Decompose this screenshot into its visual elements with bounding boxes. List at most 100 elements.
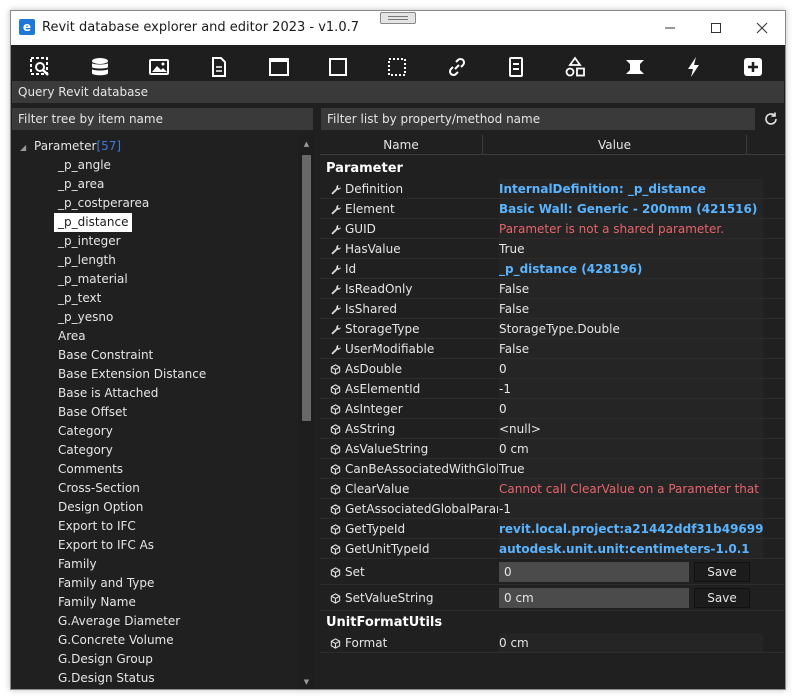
close-button[interactable] bbox=[739, 11, 785, 45]
database-icon bbox=[92, 58, 108, 76]
tree-item[interactable]: G.Concrete Volume bbox=[54, 631, 210, 650]
snoop-selection-button[interactable] bbox=[22, 50, 58, 84]
tree-item[interactable]: Family Name bbox=[54, 593, 210, 612]
scroll-down-icon[interactable]: ▼ bbox=[302, 677, 311, 687]
property-name-text: Element bbox=[345, 202, 395, 216]
snoop-document-button[interactable] bbox=[201, 50, 237, 84]
tree-item[interactable]: Design Option bbox=[54, 498, 210, 517]
tree-item[interactable]: G.Average Diameter bbox=[54, 612, 210, 631]
tree-item[interactable]: _p_yesno bbox=[54, 308, 210, 327]
property-value: 0 cm bbox=[499, 633, 763, 652]
tree-item[interactable]: Base Offset bbox=[54, 403, 210, 422]
snoop-links-button[interactable] bbox=[439, 50, 475, 84]
property-name-text: Definition bbox=[345, 182, 404, 196]
snoop-selection-set-button[interactable] bbox=[379, 50, 415, 84]
minimize-button[interactable] bbox=[647, 11, 693, 45]
tree-item[interactable]: Base Constraint bbox=[54, 346, 210, 365]
set-value-input[interactable] bbox=[499, 588, 689, 608]
property-value[interactable]: revit.local.project:a21442ddf31b496990db… bbox=[499, 519, 763, 538]
snoop-element-button[interactable] bbox=[320, 50, 356, 84]
tree-item[interactable]: _p_distance bbox=[54, 213, 133, 232]
tree-item[interactable]: Export to IFC bbox=[54, 517, 210, 536]
snoop-database-button[interactable] bbox=[82, 50, 118, 84]
save-button[interactable]: Save bbox=[694, 562, 750, 582]
snoop-view-button[interactable] bbox=[141, 50, 177, 84]
property-row[interactable]: GetAssociatedGlobalParameter-1 bbox=[320, 499, 784, 519]
property-row[interactable]: CanBeAssociatedWithGlobalParametersTrue bbox=[320, 459, 784, 479]
property-row[interactable]: StorageType StorageType.Double bbox=[320, 319, 784, 339]
maximize-button[interactable] bbox=[693, 11, 739, 45]
snoop-server-button[interactable] bbox=[498, 50, 534, 84]
dashed-square-icon bbox=[388, 58, 406, 76]
tree-scrollbar-thumb[interactable] bbox=[302, 155, 311, 421]
property-row[interactable]: AsString <null> bbox=[320, 419, 784, 439]
scroll-up-icon[interactable]: ▲ bbox=[302, 139, 311, 149]
tree-collapse-icon[interactable]: ◢ bbox=[20, 139, 34, 157]
property-row[interactable]: ClearValue Cannot call ClearValue on a Pa… bbox=[320, 479, 784, 499]
tree-item[interactable]: _p_material bbox=[54, 270, 210, 289]
tree-item[interactable]: _p_text bbox=[54, 289, 210, 308]
property-row[interactable]: AsValueString 0 cm bbox=[320, 439, 784, 459]
wrench-icon bbox=[331, 284, 341, 295]
tree-item[interactable]: Base is Attached bbox=[54, 384, 210, 403]
tree-item[interactable]: Cross-Section bbox=[54, 479, 210, 498]
snoop-application-button[interactable] bbox=[261, 50, 297, 84]
property-row[interactable]: GetTypeId revit.local.project:a21442ddf31… bbox=[320, 519, 784, 539]
tree-item[interactable]: G.Design Group bbox=[54, 650, 210, 669]
property-row[interactable]: UserModifiable False bbox=[320, 339, 784, 359]
column-header-value[interactable]: Value bbox=[483, 135, 747, 155]
property-name: AsValueString bbox=[330, 439, 498, 458]
query-database-bar[interactable]: Query Revit database bbox=[12, 81, 784, 103]
property-grid-header: Name Value bbox=[320, 135, 785, 155]
property-row[interactable]: Id _p_distance (428196) bbox=[320, 259, 784, 279]
tree-item[interactable]: G.Design Status bbox=[54, 669, 210, 688]
set-value-input[interactable] bbox=[499, 562, 689, 582]
property-row[interactable]: Element Basic Wall: Generic - 200mm (4215… bbox=[320, 199, 784, 219]
property-value[interactable]: _p_distance (428196) bbox=[499, 259, 763, 278]
property-value[interactable]: autodesk.unit.unit:centimeters-1.0.1 bbox=[499, 539, 763, 558]
property-row[interactable]: GetUnitTypeId autodesk.unit.unit:centimet… bbox=[320, 539, 784, 559]
tree-item[interactable]: Comments bbox=[54, 460, 210, 479]
property-row[interactable]: GUID Parameter is not a shared parameter. bbox=[320, 219, 784, 239]
property-row[interactable]: IsShared False bbox=[320, 299, 784, 319]
snoop-shapes-button[interactable] bbox=[557, 50, 593, 84]
tree-item[interactable]: Family bbox=[54, 555, 210, 574]
column-header-name[interactable]: Name bbox=[320, 135, 483, 155]
property-filter-input[interactable] bbox=[321, 108, 755, 130]
tree-item[interactable]: _p_integer bbox=[54, 232, 210, 251]
method-editor-row: SetValueString Save bbox=[320, 585, 784, 611]
tree-item[interactable]: Base Extension Distance bbox=[54, 365, 210, 384]
tree-item[interactable]: _p_costperarea bbox=[54, 194, 210, 213]
tree-item[interactable]: Area bbox=[54, 327, 210, 346]
cube-icon bbox=[330, 524, 341, 535]
cube-icon bbox=[330, 544, 341, 555]
tree-item[interactable]: _p_area bbox=[54, 175, 210, 194]
refresh-button[interactable] bbox=[761, 109, 781, 129]
tree-filter-input[interactable] bbox=[12, 108, 313, 130]
property-row[interactable]: AsDouble 0 bbox=[320, 359, 784, 379]
tree-item[interactable]: _p_length bbox=[54, 251, 210, 270]
tree-item[interactable]: Category bbox=[54, 441, 210, 460]
save-button[interactable]: Save bbox=[694, 588, 750, 608]
title-bar[interactable]: e Revit database explorer and editor 202… bbox=[11, 11, 785, 45]
property-row[interactable]: HasValue True bbox=[320, 239, 784, 259]
property-value: <null> bbox=[499, 419, 763, 438]
tree-item-row: G.Concrete Volume bbox=[54, 631, 210, 650]
drag-grip-icon[interactable] bbox=[380, 12, 416, 24]
add-button[interactable] bbox=[735, 50, 771, 84]
snoop-events-button[interactable] bbox=[676, 50, 712, 84]
tree-item[interactable]: Export to IFC As bbox=[54, 536, 210, 555]
tree-root-item[interactable]: ◢ Parameter[57] bbox=[20, 137, 121, 155]
property-row[interactable]: AsElementId -1 bbox=[320, 379, 784, 399]
property-row[interactable]: IsReadOnly False bbox=[320, 279, 784, 299]
property-value[interactable]: Basic Wall: Generic - 200mm (421516) bbox=[499, 199, 763, 218]
property-row[interactable]: AsInteger 0 bbox=[320, 399, 784, 419]
property-row[interactable]: Definition InternalDefinition: _p_distanc… bbox=[320, 179, 784, 199]
tree-item[interactable]: Family and Type bbox=[54, 574, 210, 593]
snoop-schema-button[interactable] bbox=[617, 50, 653, 84]
property-value[interactable]: InternalDefinition: _p_distance bbox=[499, 179, 763, 198]
tree-scrollbar[interactable]: ▲ ▼ bbox=[298, 135, 315, 689]
tree-item[interactable]: _p_angle bbox=[54, 156, 210, 175]
property-row[interactable]: Format 0 cm bbox=[320, 633, 784, 653]
tree-item[interactable]: Category bbox=[54, 422, 210, 441]
